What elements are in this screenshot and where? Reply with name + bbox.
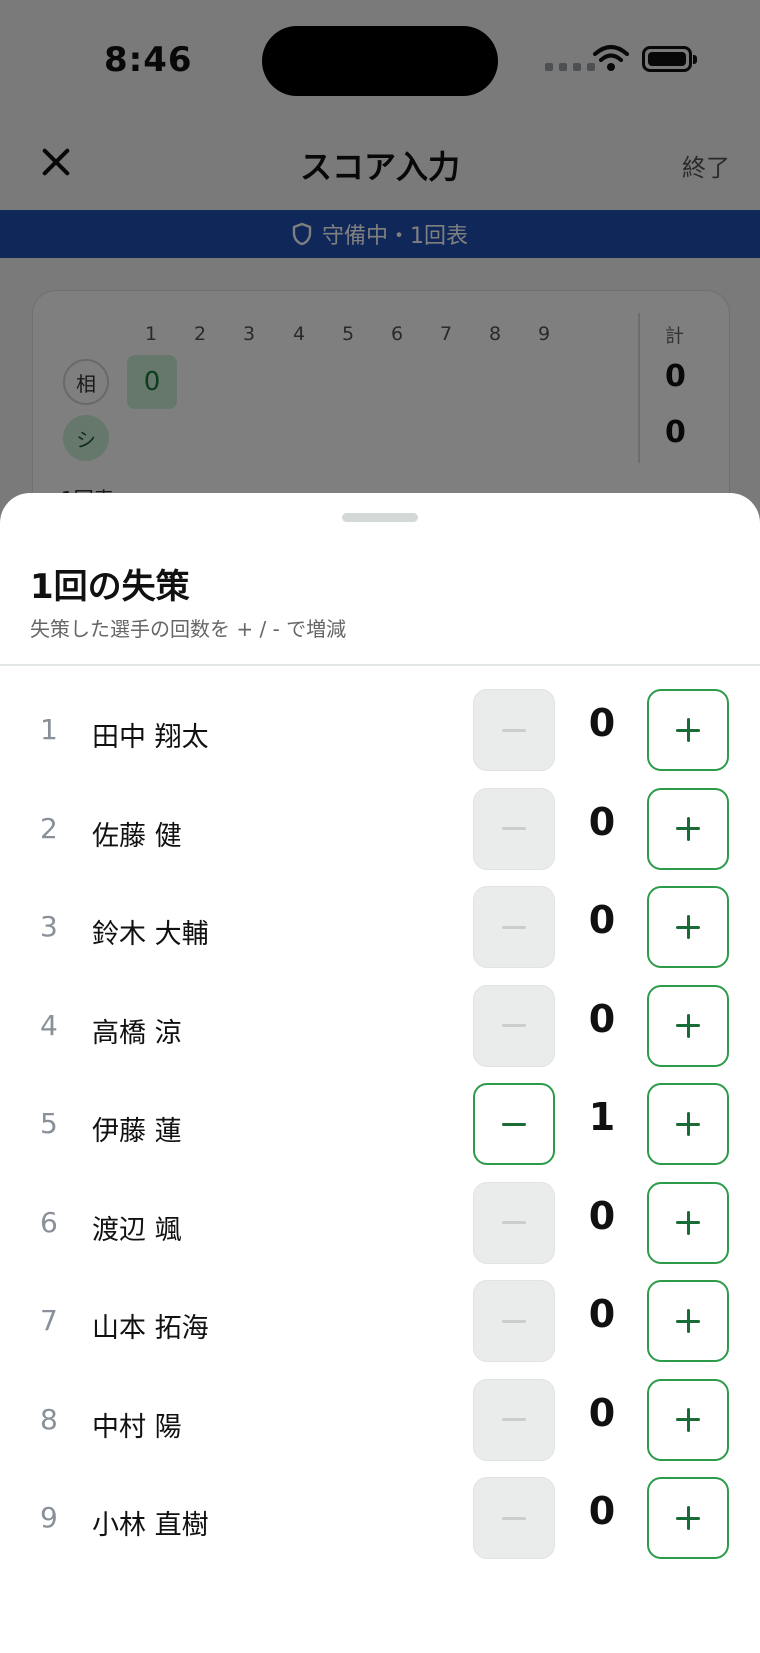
increment-button[interactable] [647, 1181, 729, 1264]
player-name: 鈴木 大輔 [92, 919, 209, 950]
player-row: 9 小林 直樹 0 [0, 1477, 760, 1575]
increment-button[interactable] [647, 1378, 729, 1461]
batting-order-number: 1 [40, 713, 58, 746]
decrement-button[interactable] [473, 1280, 555, 1362]
player-row: 4 高橋 涼 0 [0, 984, 760, 1083]
sheet-subtitle: 失策した選手の回数を + / - で増減 [30, 617, 347, 641]
increment-button[interactable] [647, 1477, 729, 1559]
minus-icon [502, 1418, 526, 1421]
decrement-button[interactable] [473, 1378, 555, 1461]
increment-button[interactable] [647, 1280, 729, 1362]
increment-button[interactable] [647, 787, 729, 870]
decrement-button[interactable] [473, 984, 555, 1067]
error-count: 0 [588, 701, 616, 745]
increment-button[interactable] [647, 1083, 729, 1165]
error-count: 0 [588, 1489, 616, 1533]
player-row: 8 中村 陽 0 [0, 1378, 760, 1477]
plus-icon [676, 1210, 700, 1235]
player-name: 田中 翔太 [92, 722, 209, 753]
player-row: 1 田中 翔太 0 [0, 689, 760, 787]
batting-order-number: 7 [40, 1304, 58, 1337]
batting-order-number: 3 [40, 910, 58, 943]
batting-order-number: 4 [40, 1008, 58, 1042]
error-count: 1 [588, 1095, 616, 1139]
increment-button[interactable] [647, 886, 729, 968]
error-count: 0 [588, 898, 616, 942]
error-count: 0 [588, 1193, 616, 1238]
minus-icon [502, 1319, 526, 1323]
player-row: 7 山本 拓海 0 [0, 1280, 760, 1378]
decrement-button[interactable] [473, 1083, 555, 1165]
plus-icon [676, 1506, 700, 1530]
player-name: 渡辺 颯 [92, 1214, 182, 1246]
player-name: 山本 拓海 [92, 1313, 209, 1344]
player-row: 2 佐藤 健 0 [0, 787, 760, 886]
minus-icon [502, 1516, 526, 1520]
player-name: 小林 直樹 [92, 1510, 209, 1541]
minus-icon [502, 728, 526, 732]
plus-icon [676, 1407, 700, 1432]
minus-icon [502, 925, 526, 929]
decrement-button[interactable] [473, 886, 555, 968]
minus-icon [502, 1122, 526, 1126]
plus-icon [676, 1112, 700, 1136]
minus-icon [502, 1221, 526, 1224]
plus-icon [676, 915, 700, 939]
error-count: 0 [588, 799, 616, 844]
sheet-grabber[interactable] [342, 513, 418, 522]
decrement-button[interactable] [473, 1477, 555, 1559]
plus-icon [676, 1013, 700, 1038]
batting-order-number: 5 [40, 1107, 58, 1140]
sheet-title: 1回の失策 [30, 567, 190, 607]
error-count: 0 [588, 996, 616, 1041]
player-row: 5 伊藤 蓮 1 [0, 1083, 760, 1181]
increment-button[interactable] [647, 689, 729, 771]
minus-icon [502, 1024, 526, 1027]
bottom-sheet: 1回の失策 失策した選手の回数を + / - で増減 1 田中 翔太 0 2 佐藤 健 0… [0, 493, 760, 1653]
player-name: 中村 陽 [92, 1411, 182, 1443]
batting-order-number: 8 [40, 1402, 58, 1436]
player-name: 伊藤 蓮 [92, 1116, 182, 1147]
error-count: 0 [588, 1292, 616, 1336]
player-row: 6 渡辺 颯 0 [0, 1181, 760, 1280]
increment-button[interactable] [647, 984, 729, 1067]
decrement-button[interactable] [473, 689, 555, 771]
batting-order-number: 6 [40, 1205, 58, 1239]
sheet-divider [0, 664, 760, 666]
player-name: 佐藤 健 [92, 820, 182, 852]
batting-order-number: 2 [40, 811, 58, 845]
player-row: 3 鈴木 大輔 0 [0, 886, 760, 984]
minus-icon [502, 827, 526, 830]
player-name: 高橋 涼 [92, 1017, 182, 1049]
decrement-button[interactable] [473, 1181, 555, 1264]
error-count: 0 [588, 1390, 616, 1435]
plus-icon [676, 1309, 700, 1333]
batting-order-number: 9 [40, 1501, 58, 1534]
plus-icon [676, 718, 700, 742]
plus-icon [676, 816, 700, 841]
decrement-button[interactable] [473, 787, 555, 870]
